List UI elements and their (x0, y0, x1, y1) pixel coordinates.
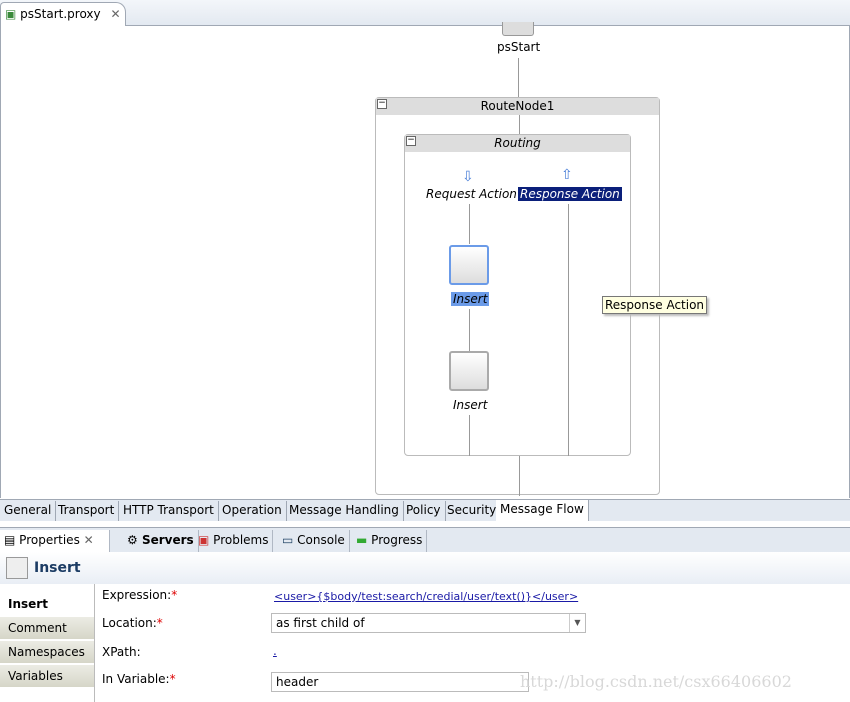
start-label: psStart (497, 40, 541, 54)
progress-icon: ▬ (356, 533, 368, 547)
tab-general[interactable]: General (0, 501, 57, 521)
tab-progress[interactable]: ▬ Progress (352, 530, 428, 552)
close-icon[interactable]: ✕ (84, 533, 94, 547)
side-tab-comment[interactable]: Comment (0, 617, 94, 640)
tooltip: Response Action (602, 296, 708, 314)
response-action-label[interactable]: Response Action (518, 187, 622, 201)
problems-icon: ▣ (198, 533, 210, 547)
expression-label: Expression: (102, 588, 172, 602)
request-action-label[interactable]: Request Action (426, 187, 517, 201)
request-arrow-icon: ⇩ (462, 169, 474, 185)
location-label: Location: (102, 616, 157, 630)
tab-security[interactable]: Security (443, 501, 502, 521)
side-tab-namespaces[interactable]: Namespaces (0, 641, 94, 664)
in-variable-label: In Variable: (102, 672, 170, 686)
insert-label-1[interactable]: Insert (451, 292, 490, 306)
response-arrow-icon: ⇧ (561, 167, 573, 183)
proxy-icon: ▣ (5, 7, 17, 21)
tab-message-handling[interactable]: Message Handling (285, 501, 404, 521)
chevron-down-icon[interactable]: ▼ (569, 614, 585, 632)
expression-link[interactable]: <user>{$body/test:search/credial/user/te… (274, 590, 578, 603)
tab-console[interactable]: ▭ Console (278, 530, 350, 552)
proxy-config-tabs: General Transport HTTP Transport Operati… (0, 499, 850, 521)
editor-tab-bar: ▣ psStart.proxy ✕ (0, 0, 850, 26)
xpath-label: XPath: (102, 645, 141, 659)
insert-label-2[interactable]: Insert (453, 398, 487, 412)
insert-action-icon[interactable] (449, 245, 489, 285)
watermark: http://blog.csdn.net/csx66406602 (520, 672, 792, 691)
tab-transport[interactable]: Transport (54, 501, 120, 521)
servers-icon: ⚙ (127, 533, 138, 547)
collapse-icon[interactable]: − (406, 136, 416, 146)
editor-tab-psstart[interactable]: ▣ psStart.proxy ✕ (0, 2, 126, 26)
properties-title: Insert (34, 560, 81, 576)
insert-action-icon[interactable] (449, 351, 489, 391)
tab-servers[interactable]: ⚙ Servers (123, 530, 199, 552)
insert-icon (6, 557, 28, 579)
properties-header: Insert (0, 552, 850, 584)
side-tab-variables[interactable]: Variables (0, 665, 94, 688)
properties-icon: ▤ (4, 533, 16, 547)
close-icon[interactable]: ✕ (110, 7, 120, 21)
view-tabs: ▤ Properties ✕ ⚙ Servers ▣ Problems ▭ Co… (0, 527, 850, 552)
in-variable-input[interactable]: header (271, 672, 529, 692)
collapse-icon[interactable]: − (377, 99, 387, 109)
message-flow-canvas[interactable]: psStart RouteNode1 − Routing − ⇩ Request… (0, 22, 850, 498)
tab-message-flow[interactable]: Message Flow (496, 500, 589, 521)
routing-node[interactable]: Routing − ⇩ Request Action ⇧ Response Ac… (404, 134, 631, 456)
tab-properties[interactable]: ▤ Properties ✕ (0, 530, 110, 552)
tab-problems[interactable]: ▣ Problems (194, 530, 274, 552)
pipeline-start-icon[interactable] (502, 22, 534, 36)
tab-policy[interactable]: Policy (402, 501, 446, 521)
xpath-link[interactable]: . (273, 644, 277, 658)
location-select[interactable]: as first child of ▼ (271, 613, 586, 633)
console-icon: ▭ (282, 533, 294, 547)
tab-http-transport[interactable]: HTTP Transport (119, 501, 219, 521)
side-tab-insert[interactable]: Insert (0, 593, 94, 616)
tab-operation[interactable]: Operation (218, 501, 287, 521)
